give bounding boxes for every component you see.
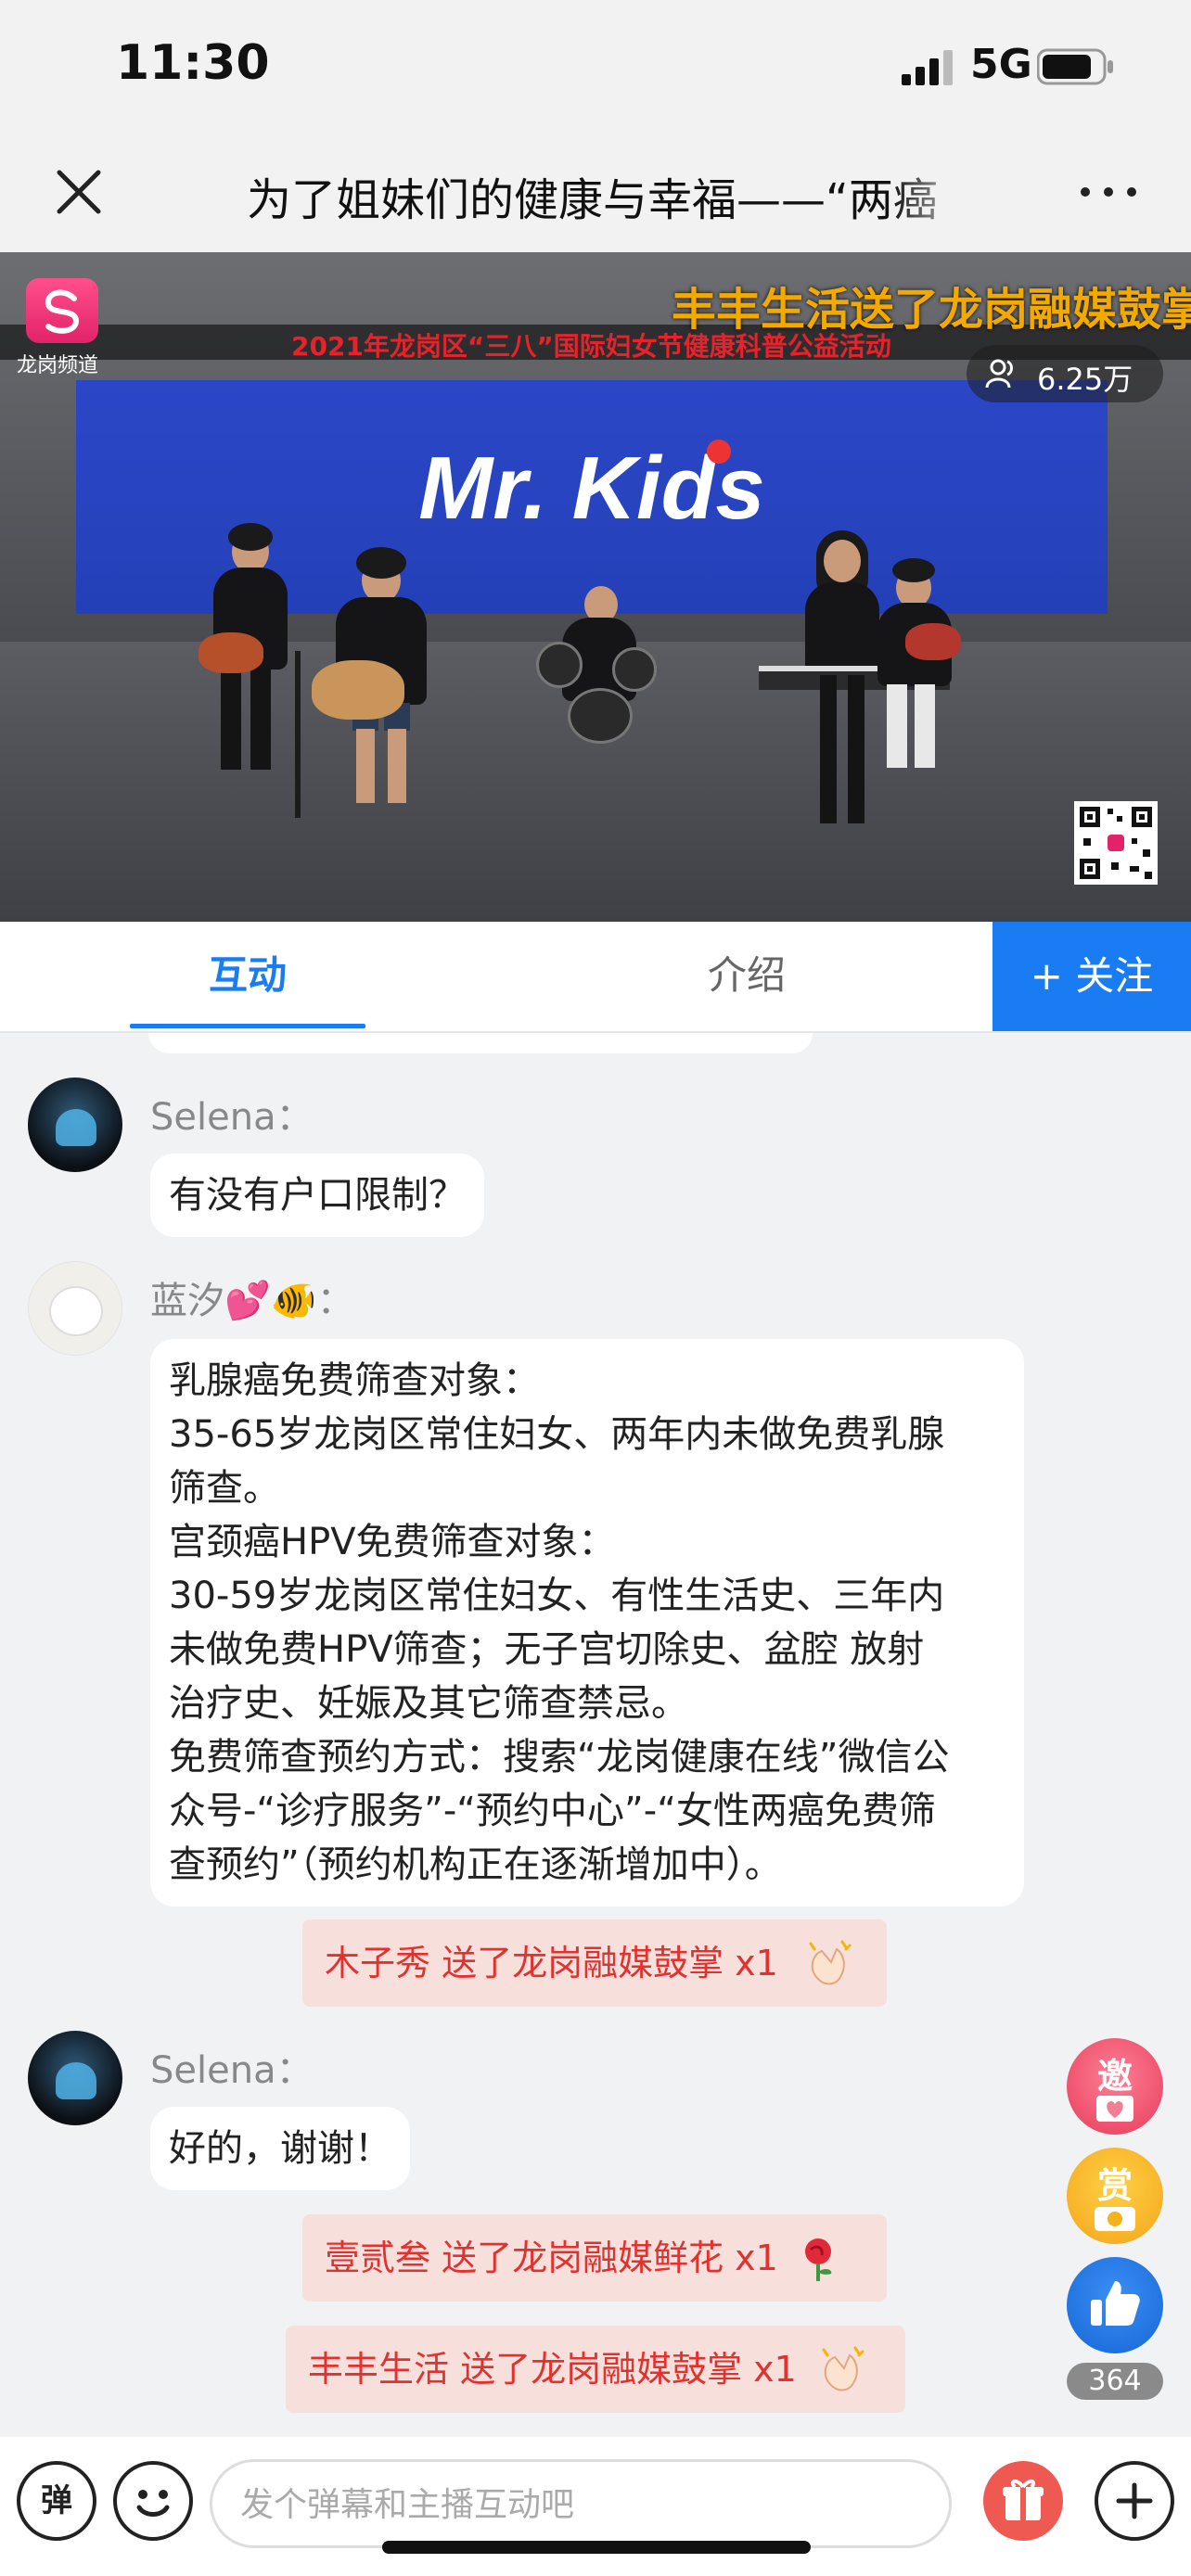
bottom-input-bar: 弹 xyxy=(0,2437,1191,2576)
rose-icon xyxy=(805,2238,832,2281)
message-line: 查预约”（预约机构正在逐渐增加中）。 xyxy=(169,1843,782,1886)
tab-interaction[interactable]: 互动 xyxy=(130,922,365,1029)
page-title: 为了姐妹们的健康与幸福——“两癌 xyxy=(247,174,938,223)
comment-input[interactable] xyxy=(240,2480,927,2529)
heart-envelope-icon xyxy=(1096,2096,1133,2122)
channel-logo-label: 龙岗频道 xyxy=(17,354,99,377)
message-bubble-long: 乳腺癌免费筛查对象： 35-65岁龙岗区常住妇女、两年内未做免费乳腺 筛查。 宫… xyxy=(150,1339,1024,1906)
channel-logo-icon xyxy=(26,278,98,343)
sender-name: 蓝汐💕🐠： xyxy=(150,1280,354,1322)
message-text: 有没有户口限制？ xyxy=(169,1174,466,1217)
sender-name: Selena： xyxy=(150,1096,314,1139)
message-line: 治疗史、妊娠及其它筛查禁忌。 xyxy=(169,1682,688,1725)
qr-code-icon xyxy=(1074,801,1158,885)
danmu-toggle-button[interactable]: 弹 xyxy=(17,2461,96,2541)
thumbs-up-icon xyxy=(1091,2281,1140,2326)
emoji-button[interactable] xyxy=(113,2461,193,2541)
status-time: 11:30 xyxy=(116,35,270,91)
comment-input-box[interactable] xyxy=(210,2459,952,2548)
message-line: 乳腺癌免费筛查对象： xyxy=(169,1359,540,1402)
invite-label: 邀 xyxy=(1096,2056,1133,2097)
follow-button[interactable]: + 关注 xyxy=(992,922,1191,1031)
home-indicator[interactable] xyxy=(382,2541,811,2554)
close-icon[interactable] xyxy=(46,159,111,224)
like-count: 364 xyxy=(1067,2363,1163,2400)
smiley-icon xyxy=(136,2490,170,2517)
band-name: Mr. Kids xyxy=(418,439,765,538)
viewer-count: 6.25万 xyxy=(1037,362,1133,397)
gift-button[interactable] xyxy=(983,2461,1063,2541)
gift-text: 壹贰叁 送了龙岗融媒鲜花 x1 xyxy=(325,2238,778,2278)
cellular-signal-icon xyxy=(902,50,953,85)
tab-introduction[interactable]: 介绍 xyxy=(631,922,863,1029)
message-line: 筛查。 xyxy=(169,1467,280,1510)
message-line: 35-65岁龙岗区常住妇女、两年内未做免费乳腺 xyxy=(169,1413,945,1456)
previous-message-bubble xyxy=(148,1033,813,1053)
battery-icon xyxy=(1037,48,1113,85)
message-line: 众号-“诊疗服务”-“预约中心”-“女性两癌免费筛 xyxy=(169,1790,936,1832)
clapping-hands-icon xyxy=(809,1940,852,1985)
chat-list[interactable]: Selena： 有没有户口限制？ 蓝汐💕🐠： 乳腺癌免费筛查对象： 35-65岁… xyxy=(0,1033,1191,2437)
nav-bar: 为了姐妹们的健康与幸福——“两癌 xyxy=(0,139,1191,252)
message-line: 未做免费HPV筛查；无子宫切除史、盆腔 放射 xyxy=(169,1628,925,1671)
message-line: 宫颈癌HPV免费筛查对象： xyxy=(169,1521,616,1563)
clapping-hands-icon xyxy=(822,2346,864,2391)
tab-active-indicator xyxy=(130,1024,365,1028)
more-actions-button[interactable] xyxy=(1095,2461,1174,2541)
coin-icon xyxy=(1095,2207,1135,2231)
message-bubble: 有没有户口限制？ xyxy=(150,1154,484,1237)
gift-box-icon xyxy=(1003,2480,1044,2520)
avatar[interactable] xyxy=(28,1261,122,1356)
reward-label: 赏 xyxy=(1096,2165,1133,2206)
viewer-count-badge: 6.25万 xyxy=(967,345,1163,402)
status-bar: 11:30 5G xyxy=(0,0,1191,139)
avatar[interactable] xyxy=(28,1078,122,1172)
gift-text: 木子秀 送了龙岗融媒鼓掌 x1 xyxy=(325,1943,778,1983)
message-bubble: 好的，谢谢！ xyxy=(150,2107,410,2190)
screen-logo-dot xyxy=(707,440,731,464)
gift-ticker-text: 丰丰生活送了龙岗融媒鼓掌 xyxy=(672,284,1191,336)
avatar[interactable] xyxy=(28,2031,122,2125)
reward-button[interactable]: 赏 xyxy=(1067,2148,1163,2244)
sender-name: Selena： xyxy=(150,2049,314,2092)
invite-button[interactable]: 邀 xyxy=(1067,2038,1163,2135)
like-button[interactable] xyxy=(1067,2257,1163,2353)
gift-notice: 壹贰叁 送了龙岗融媒鲜花 x1 xyxy=(302,2214,887,2302)
network-label: 5G xyxy=(970,41,1032,88)
more-options-icon[interactable] xyxy=(1076,176,1141,208)
plus-icon xyxy=(1116,2482,1153,2519)
message-text: 好的，谢谢！ xyxy=(169,2127,391,2170)
gift-text: 丰丰生活 送了龙岗融媒鼓掌 x1 xyxy=(308,2349,797,2390)
gift-notice: 木子秀 送了龙岗融媒鼓掌 x1 xyxy=(302,1919,887,2007)
live-video-player[interactable]: Mr. Kids 2021年龙岗区“三八”国际妇女节健康科普公益活动 丰丰生活送… xyxy=(0,252,1191,922)
message-line: 30-59岁龙岗区常住妇女、有性生活史、三年内 xyxy=(169,1575,945,1617)
tab-bar: 互动 介绍 + 关注 xyxy=(0,922,1191,1033)
gift-notice: 丰丰生活 送了龙岗融媒鼓掌 x1 xyxy=(286,2326,905,2413)
message-line: 免费筛查预约方式：搜索“龙岗健康在线”微信公 xyxy=(169,1736,950,1779)
person-icon xyxy=(985,359,1013,389)
